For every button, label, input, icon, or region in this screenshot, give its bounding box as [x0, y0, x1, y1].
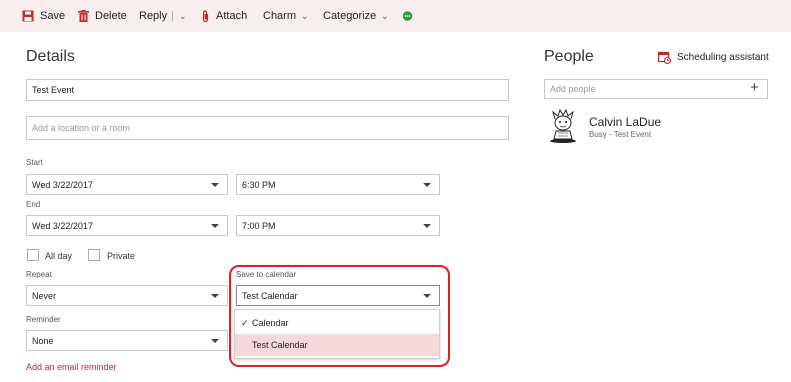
paperclip-icon — [202, 9, 209, 22]
charm-label: Charm — [263, 10, 297, 22]
details-heading: Details — [26, 48, 75, 65]
dropdown-arrow-icon — [211, 293, 219, 298]
private-label: Private — [107, 251, 136, 261]
end-date-select[interactable]: Wed 3/22/2017 — [26, 215, 228, 236]
people-heading: People — [544, 48, 594, 65]
chevron-down-icon: ⌄ — [301, 10, 309, 21]
categorize-button[interactable]: Categorize ⌄ — [323, 0, 389, 32]
command-toolbar: Save Delete Reply | ⌄ Attach Charm ⌄ Cat… — [0, 0, 791, 32]
reply-label: Reply — [139, 10, 168, 22]
trash-icon — [78, 10, 89, 22]
repeat-select[interactable]: Never — [26, 285, 228, 306]
floppy-disk-icon — [22, 10, 34, 22]
start-time-value: 6:30 PM — [242, 179, 276, 190]
add-person-plus-icon[interactable]: + — [750, 79, 759, 96]
end-date-value: Wed 3/22/2017 — [32, 220, 93, 231]
start-label: Start — [26, 158, 43, 167]
scheduling-assistant-label: Scheduling assistant — [677, 51, 769, 63]
repeat-value: Never — [32, 290, 57, 301]
reminder-select[interactable]: None — [26, 330, 228, 351]
dropdown-arrow-icon — [211, 338, 219, 343]
reminder-value: None — [32, 335, 54, 346]
all-day-label: All day — [45, 251, 73, 261]
attendee-name: Calvin LaDue — [589, 115, 662, 129]
delete-label: Delete — [95, 10, 127, 22]
add-email-reminder-link[interactable]: Add an email reminder — [26, 362, 117, 372]
scheduling-assistant-button[interactable]: Scheduling assistant — [658, 42, 769, 72]
start-time-select[interactable]: 6:30 PM — [236, 174, 440, 195]
green-chat-icon — [402, 10, 413, 21]
dropdown-arrow-icon — [423, 182, 431, 187]
categorize-label: Categorize — [323, 10, 377, 22]
dropdown-arrow-icon — [423, 223, 431, 228]
save-button[interactable]: Save — [22, 0, 65, 32]
end-time-value: 7:00 PM — [242, 220, 276, 231]
reminder-label: Reminder — [26, 315, 61, 324]
location-input[interactable]: Add a location or a room — [26, 116, 509, 140]
add-people-input[interactable]: Add people — [544, 79, 768, 99]
start-date-select[interactable]: Wed 3/22/2017 — [26, 174, 228, 195]
charm-status-button[interactable] — [402, 0, 413, 32]
end-label: End — [26, 200, 41, 209]
all-day-checkbox[interactable] — [27, 249, 39, 261]
start-date-value: Wed 3/22/2017 — [32, 179, 93, 190]
end-time-select[interactable]: 7:00 PM — [236, 215, 440, 236]
attendee-status: Busy - Test Event — [589, 130, 652, 139]
dropdown-arrow-icon — [211, 182, 219, 187]
delete-button[interactable]: Delete — [78, 0, 127, 32]
save-label: Save — [40, 10, 66, 22]
event-title-input[interactable]: Test Event — [26, 79, 509, 101]
reply-separator: | — [171, 10, 174, 22]
chevron-down-icon: ⌄ — [381, 10, 389, 21]
reply-button[interactable]: Reply | ⌄ — [139, 0, 187, 32]
repeat-label: Repeat — [26, 270, 52, 279]
private-checkbox[interactable] — [88, 249, 100, 261]
attach-label: Attach — [216, 10, 248, 22]
dropdown-arrow-icon — [211, 223, 219, 228]
highlight-outline — [229, 265, 450, 367]
attach-button[interactable]: Attach — [201, 0, 247, 32]
chevron-down-icon[interactable]: ⌄ — [179, 11, 187, 22]
avatar — [550, 109, 576, 143]
charm-button[interactable]: Charm ⌄ — [263, 0, 309, 32]
calendar-clock-icon — [658, 51, 671, 64]
